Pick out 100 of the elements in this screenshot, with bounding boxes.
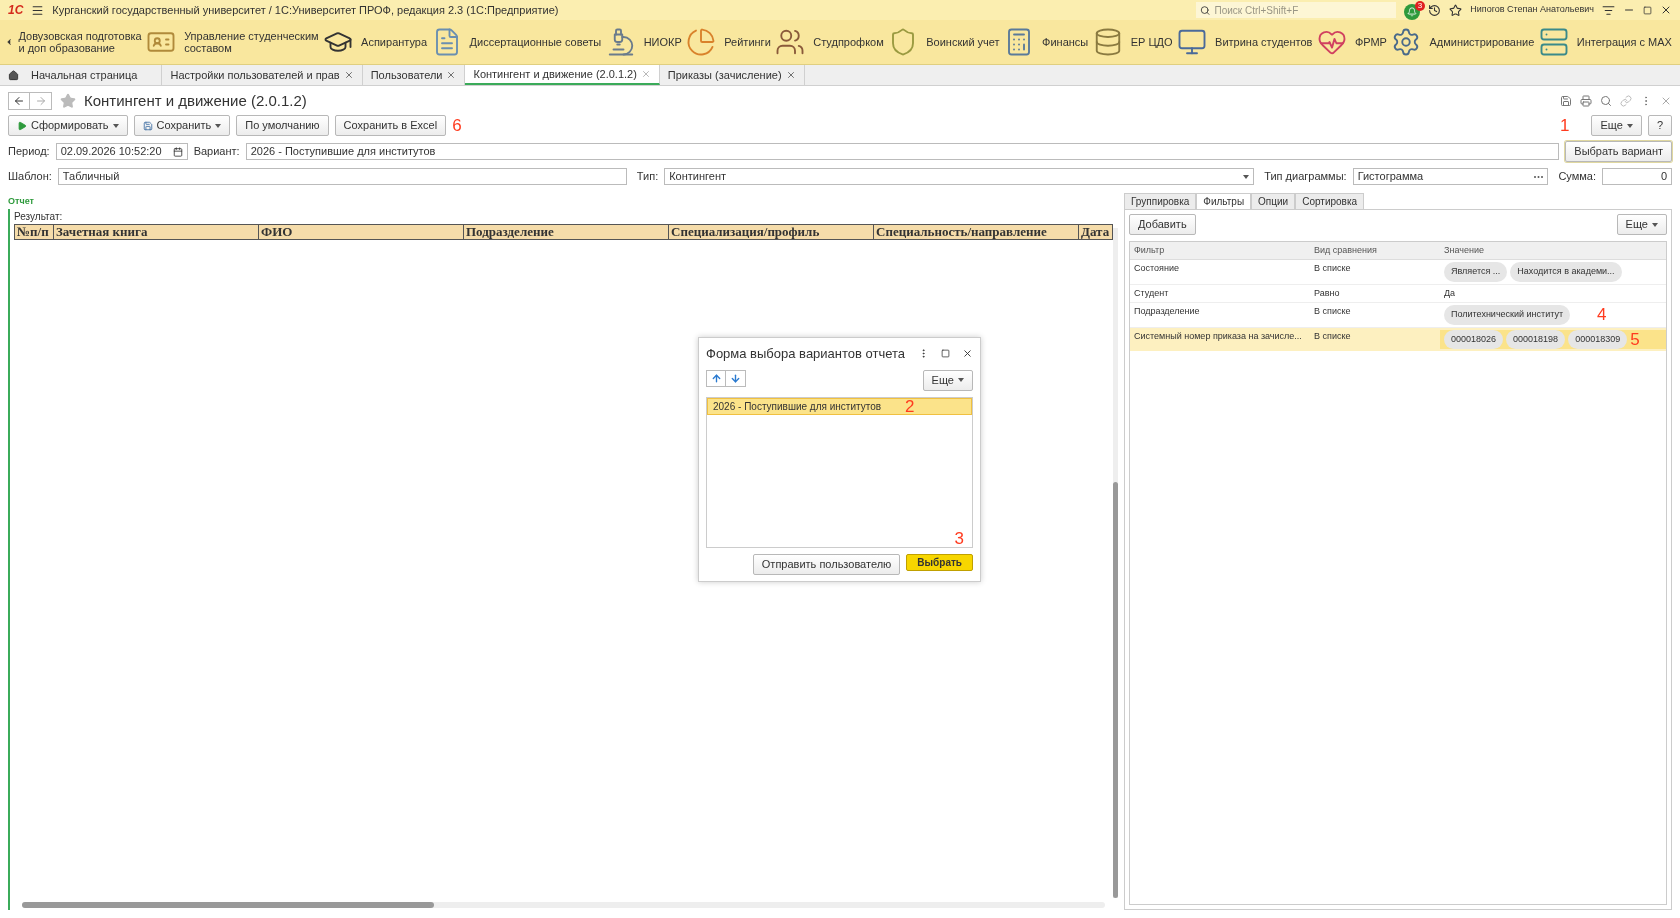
caret-icon bbox=[1626, 123, 1633, 128]
section-link[interactable]: Интеграция с МАХ bbox=[1576, 36, 1672, 48]
more-button[interactable]: Еще bbox=[1616, 214, 1667, 235]
calendar-icon[interactable] bbox=[172, 146, 183, 157]
move-down-button[interactable] bbox=[726, 369, 746, 387]
filter-row[interactable]: Состояние В списке Является ... Находится в академи... bbox=[1130, 260, 1666, 285]
form-title: Контингент и движение (2.0.1.2) bbox=[84, 90, 308, 111]
star-icon[interactable] bbox=[1449, 3, 1463, 17]
filter-row[interactable]: Студент Равно Да bbox=[1130, 284, 1666, 303]
annotation-number: 6 bbox=[452, 117, 462, 134]
ellipsis-icon[interactable] bbox=[1534, 175, 1544, 178]
history-icon[interactable] bbox=[1428, 3, 1442, 17]
bell-icon bbox=[1407, 6, 1418, 17]
value-chip[interactable]: 000018198 bbox=[1506, 329, 1566, 349]
maximize-icon[interactable] bbox=[941, 349, 950, 359]
section-link[interactable]: ЕР ЦДО bbox=[1130, 36, 1173, 48]
result-label: Результат: bbox=[14, 209, 64, 224]
section-link[interactable]: Довузовская подготовка и доп образование bbox=[18, 30, 142, 54]
settings-list-icon[interactable] bbox=[1602, 3, 1615, 17]
section-link[interactable]: Диссертационные советы bbox=[469, 36, 602, 48]
filter-row[interactable]: Подразделение В списке Политехнический институт 4 bbox=[1130, 303, 1666, 328]
section-link[interactable]: Студпрофком bbox=[813, 36, 884, 48]
dialog-title: Форма выбора вариантов отчета bbox=[706, 345, 906, 363]
section-link[interactable]: Администрирование bbox=[1429, 36, 1535, 48]
user-name[interactable]: Нипогов Степан Анатольевич bbox=[1470, 3, 1594, 17]
filter-row[interactable]: Системный номер приказа на зачисле... В списке 000018026 000018198 000018309 5 bbox=[1130, 327, 1666, 351]
choose-button[interactable]: Выбрать bbox=[906, 554, 973, 571]
play-icon bbox=[17, 120, 27, 131]
menu-icon[interactable] bbox=[31, 3, 45, 17]
print-icon[interactable] bbox=[1580, 95, 1592, 107]
column-header: ФИО bbox=[259, 223, 464, 240]
sum-field[interactable]: 0 bbox=[1602, 168, 1672, 185]
document-tab[interactable]: Настройки пользователей и прав bbox=[162, 65, 363, 85]
document-tab[interactable]: Приказы (зачисление) bbox=[659, 65, 805, 85]
preview-icon[interactable] bbox=[1600, 95, 1612, 107]
field-label: Шаблон: bbox=[8, 169, 52, 185]
type-field[interactable]: Контингент bbox=[664, 168, 1255, 185]
more-button[interactable]: Еще bbox=[922, 369, 973, 391]
annotation-number: 3 bbox=[954, 530, 964, 547]
monitor-icon[interactable] bbox=[1177, 27, 1208, 57]
document-tab[interactable]: Контингент и движение (2.0.1.2) bbox=[465, 65, 660, 85]
value-chip[interactable]: Политехнический институт bbox=[1444, 305, 1571, 325]
variant-field[interactable]: 2026 - Поступившие для институтов bbox=[245, 143, 1560, 160]
field-label: Сумма: bbox=[1558, 169, 1596, 185]
value-chip[interactable]: 000018309 bbox=[1568, 329, 1628, 349]
section-link[interactable]: Рейтинги bbox=[724, 36, 771, 48]
vertical-scrollbar[interactable] bbox=[1113, 227, 1118, 898]
pie-chart-icon[interactable] bbox=[686, 27, 717, 57]
chart-type-field[interactable]: Гистограмма bbox=[1352, 168, 1549, 185]
value-chip[interactable]: Находится в академи... bbox=[1510, 262, 1622, 282]
server-icon[interactable] bbox=[1538, 27, 1569, 57]
table-cell: Да bbox=[1444, 286, 1456, 300]
table-cell: В списке bbox=[1314, 306, 1351, 316]
toolbar-button[interactable]: Сформировать bbox=[8, 115, 128, 136]
forward-button[interactable] bbox=[30, 92, 52, 110]
section-link[interactable]: Финансы bbox=[1042, 36, 1089, 48]
arrow-down-icon bbox=[730, 372, 741, 384]
section-link[interactable]: Аспирантура bbox=[361, 36, 428, 48]
close-icon[interactable] bbox=[962, 348, 973, 360]
caret-icon bbox=[112, 123, 119, 128]
annotation-number: 2 bbox=[905, 397, 915, 415]
more-button[interactable]: Еще bbox=[1591, 115, 1642, 136]
scroll-left-icon[interactable] bbox=[4, 37, 14, 47]
back-button[interactable] bbox=[8, 92, 30, 110]
caret-icon bbox=[958, 378, 964, 382]
variant-item[interactable]: 2026 - Поступившие для институтов 2 bbox=[707, 397, 972, 415]
save-icon[interactable] bbox=[1560, 95, 1572, 107]
send-to-user-button[interactable]: Отправить пользователю bbox=[752, 554, 901, 575]
section-link[interactable]: НИОКР bbox=[643, 36, 682, 48]
toolbar-button[interactable]: По умолчанию bbox=[236, 115, 329, 136]
column-header: Специализация/профиль bbox=[669, 223, 874, 240]
annotation-number: 4 bbox=[1597, 304, 1607, 324]
caret-icon bbox=[1243, 174, 1250, 179]
horizontal-scrollbar[interactable] bbox=[22, 902, 1105, 908]
close-icon[interactable] bbox=[1660, 4, 1672, 16]
window-title: Курганский государственный университет / 1С:Университет ПРОФ, редакция 2.3 (1С:Предприятие) bbox=[52, 2, 560, 18]
section-link[interactable]: Витрина студентов bbox=[1215, 36, 1313, 48]
value-chip[interactable]: 000018026 bbox=[1444, 329, 1504, 349]
period-field[interactable]: 02.09.2026 10:52:20 bbox=[55, 143, 188, 160]
table-cell: Системный номер приказа на зачисле... bbox=[1134, 330, 1302, 341]
template-field[interactable]: Табличный bbox=[57, 168, 627, 185]
star-icon[interactable] bbox=[60, 93, 76, 109]
document-tab[interactable]: Начальная страница bbox=[0, 65, 163, 85]
help-button[interactable]: ? bbox=[1647, 115, 1672, 136]
toolbar-button[interactable]: Сохранить в Excel bbox=[334, 115, 447, 136]
section-link[interactable]: Управление студенческим составом bbox=[184, 30, 319, 54]
section-link[interactable]: ФРМР bbox=[1354, 36, 1387, 48]
add-button[interactable]: Добавить bbox=[1129, 214, 1196, 235]
value-chip[interactable]: Является ... bbox=[1444, 262, 1508, 282]
section-link[interactable]: Воинский учет bbox=[926, 36, 1000, 48]
section-heading: Отчет bbox=[8, 195, 35, 208]
people-icon[interactable] bbox=[775, 27, 806, 57]
restore-icon[interactable] bbox=[1643, 5, 1652, 15]
choose-variant-button[interactable]: Выбрать вариант bbox=[1565, 141, 1672, 162]
move-up-button[interactable] bbox=[706, 369, 726, 387]
notification-badge: 3 bbox=[1414, 0, 1426, 11]
arrow-up-icon bbox=[710, 372, 722, 384]
annotation-number: 5 bbox=[1630, 330, 1640, 348]
toolbar-button[interactable]: Сохранить bbox=[133, 115, 231, 136]
arrow-right-icon bbox=[34, 95, 47, 107]
